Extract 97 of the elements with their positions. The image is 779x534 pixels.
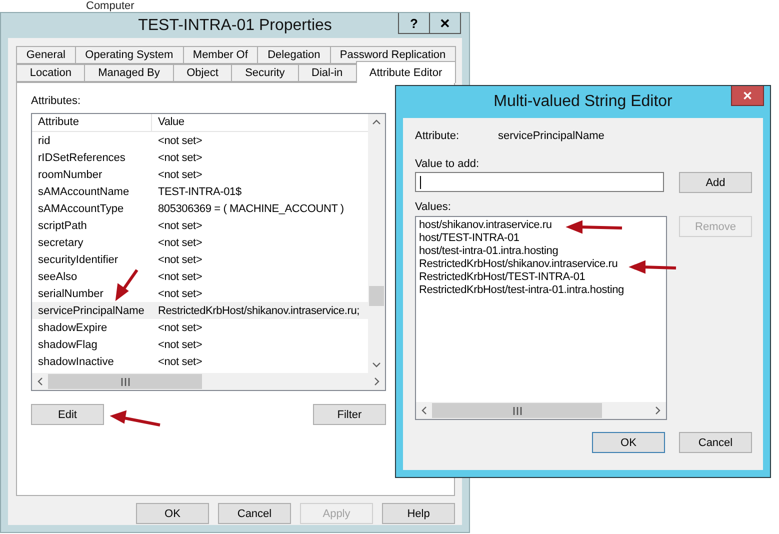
close-button[interactable]: ✕ [429, 13, 461, 34]
list-row[interactable]: sAMAccountName TEST-INTRA-01$ [32, 183, 368, 200]
scrollbar-thumb[interactable] [369, 286, 384, 306]
annotation-arrow [628, 260, 676, 274]
attribute-label: Attribute: [415, 130, 460, 142]
value-item[interactable]: host/test-intra-01.intra.hosting [419, 245, 558, 258]
scrollbar-thumb[interactable] [432, 403, 602, 418]
tab[interactable]: Dial-in [298, 64, 357, 82]
filter-button[interactable]: Filter [313, 404, 386, 425]
list-row[interactable]: secretary <not set> [32, 234, 368, 251]
attribute-name: sAMAccountType [37, 202, 125, 214]
attribute-value: <not set> [157, 134, 202, 146]
attribute-value: RestrictedKrbHost/shikanov.intraservice.ru; [157, 304, 360, 316]
tab[interactable]: Managed By [84, 64, 174, 82]
vertical-scrollbar[interactable] [368, 114, 385, 373]
scroll-left-icon[interactable] [421, 406, 427, 415]
attribute-value: <not set> [157, 270, 202, 282]
list-row[interactable]: roomNumber <not set> [32, 166, 368, 183]
list-row[interactable]: serialNumber <not set> [32, 285, 368, 302]
value-input-field[interactable] [415, 172, 664, 192]
value-item[interactable]: RestrictedKrbHost/shikanov.intraservice.ru [419, 258, 618, 271]
tab[interactable]: General [16, 46, 76, 64]
list-row[interactable]: shadowInactive <not set> [32, 353, 368, 370]
tab[interactable]: Object [172, 64, 232, 82]
attributes-label: Attributes: [31, 95, 81, 107]
value-to-add-label: Value to add: [415, 158, 480, 170]
dialog-button[interactable]: OK [592, 432, 665, 453]
attribute-name: shadowExpire [37, 322, 108, 334]
scroll-up-icon[interactable] [372, 119, 381, 125]
value-item[interactable]: RestrictedKrbHost/TEST-INTRA-01 [419, 271, 586, 284]
column-header[interactable]: Value [152, 114, 368, 131]
scroll-right-icon[interactable] [374, 377, 380, 386]
scroll-down-icon[interactable] [372, 362, 381, 368]
tab[interactable]: Security [231, 64, 299, 82]
close-button[interactable]: ✕ [731, 86, 764, 106]
attribute-name: shadowInactive [37, 356, 115, 368]
value-item[interactable]: host/TEST-INTRA-01 [419, 232, 520, 245]
attribute-name: serialNumber [37, 288, 104, 300]
tab[interactable]: Member Of [182, 46, 258, 64]
dialog-button[interactable]: Cancel [679, 432, 752, 453]
attribute-name: roomNumber [37, 168, 104, 180]
attribute-name: shadowFlag [37, 338, 98, 350]
scroll-left-icon[interactable] [37, 377, 43, 386]
attribute-value: servicePrincipalName [498, 130, 604, 142]
edit-button[interactable]: Edit [31, 404, 104, 425]
attribute-value: <not set> [157, 152, 202, 164]
attribute-name: secretary [37, 236, 84, 248]
attribute-value: <not set> [157, 338, 202, 350]
horizontal-scrollbar[interactable] [32, 373, 385, 390]
add-button[interactable]: Add [679, 172, 752, 193]
list-row[interactable]: seeAlso <not set> [32, 268, 368, 285]
list-row[interactable]: shadowExpire <not set> [32, 319, 368, 336]
scrollbar-thumb[interactable] [48, 374, 202, 389]
attribute-name: servicePrincipalName [37, 304, 146, 316]
attribute-name: rIDSetReferences [37, 152, 126, 164]
list-row[interactable]: rid <not set> [32, 132, 368, 149]
grip-icon [512, 406, 522, 414]
tab[interactable]: Delegation [257, 46, 331, 64]
annotation-arrow [110, 410, 160, 426]
attribute-value: <not set> [157, 168, 202, 180]
attribute-value: <not set> [157, 356, 202, 368]
attribute-value: 805306369 = ( MACHINE_ACCOUNT ) [157, 202, 344, 214]
list-row[interactable]: scriptPath <not set> [32, 217, 368, 234]
list-row[interactable]: rIDSetReferences <not set> [32, 149, 368, 166]
attribute-value: <not set> [157, 220, 202, 232]
dialog-button[interactable]: OK [136, 503, 209, 524]
annotation-arrow [566, 220, 622, 234]
window-title: Multi-valued String Editor [494, 93, 672, 111]
attribute-name: seeAlso [37, 270, 78, 282]
attribute-name: scriptPath [37, 220, 88, 232]
tab[interactable]: Operating System [74, 46, 184, 64]
list-row[interactable]: securityIdentifier <not set> [32, 251, 368, 268]
window-title: TEST-INTRA-01 Properties [138, 16, 332, 34]
dialog-button[interactable]: Help [382, 503, 455, 524]
attribute-value: <not set> [157, 236, 202, 248]
attribute-value: TEST-INTRA-01$ [157, 186, 242, 198]
attribute-value: <not set> [157, 288, 202, 300]
annotation-arrow [115, 269, 138, 302]
value-item[interactable]: RestrictedKrbHost/test-intra-01.intra.hosting [419, 284, 624, 297]
grip-icon [120, 378, 130, 386]
list-row[interactable]: sAMAccountType 805306369 = ( MACHINE_ACCOUNT ) [32, 200, 368, 217]
attribute-value: <not set> [157, 322, 202, 334]
attribute-name: rid [37, 134, 52, 146]
values-label: Values: [415, 201, 451, 213]
scroll-right-icon[interactable] [655, 406, 661, 415]
dialog-button[interactable]: Cancel [218, 503, 291, 524]
list-row[interactable]: servicePrincipalName RestrictedKrbHost/shikanov.intraservice.ru; [32, 302, 368, 319]
attribute-name: sAMAccountName [37, 186, 130, 198]
tab[interactable]: Location [16, 64, 86, 82]
list-row[interactable]: shadowFlag <not set> [32, 336, 368, 353]
attribute-value: <not set> [157, 254, 202, 266]
attribute-name: securityIdentifier [37, 254, 120, 266]
window-title: Computer [86, 0, 136, 12]
value-item[interactable]: host/shikanov.intraservice.ru [419, 219, 552, 232]
tab[interactable]: Attribute Editor [356, 61, 456, 83]
help-button[interactable]: ? [398, 13, 430, 34]
column-header[interactable]: Attribute [32, 114, 152, 131]
